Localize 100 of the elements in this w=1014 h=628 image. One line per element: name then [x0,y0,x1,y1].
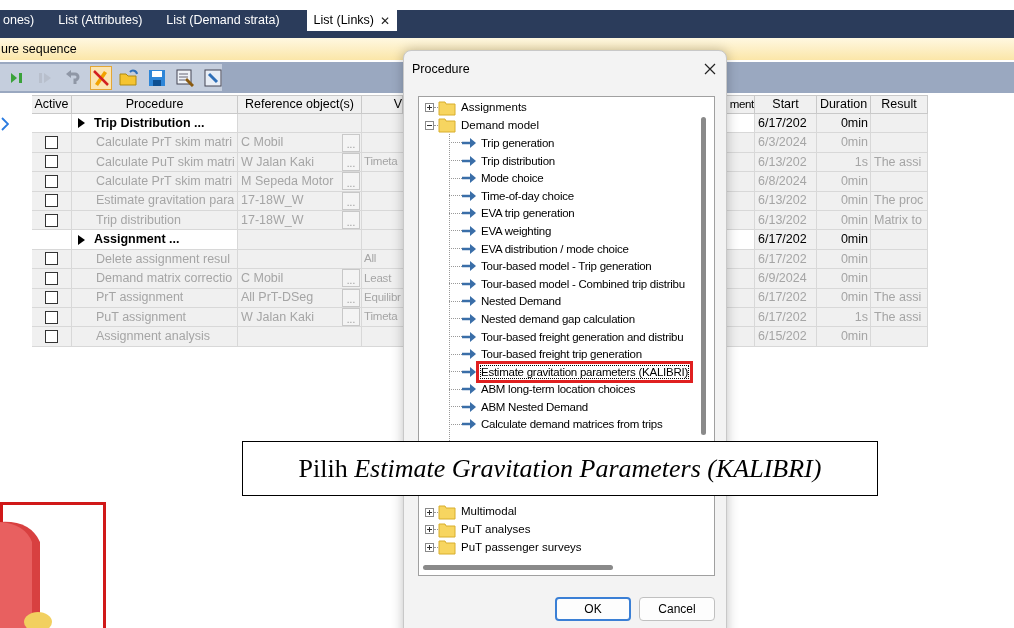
tree-item[interactable]: Mode choice [480,171,545,186]
table-cell: Least [362,269,403,289]
active-checkbox[interactable] [45,174,58,188]
expand-icon[interactable] [425,103,434,113]
table-cell [871,172,928,192]
reference-text: W Jalan Kaki [241,308,314,326]
document-tab[interactable]: List (Links) ✕ [306,10,397,31]
procedure-cell-text: Estimate gravitation para [96,192,235,210]
table-cell: 0min [817,230,871,250]
table-cell: 0min [817,210,871,231]
document-tab[interactable]: List (Attributes) [51,10,150,31]
arrow-icon [462,313,476,324]
reference-text: 17-18W_W [241,211,304,229]
procedure-cell-text: Trip distribution [96,211,181,229]
tree-item[interactable]: Nested Demand [480,294,562,309]
table-cell: 0min [817,249,871,270]
folder-icon [438,539,456,556]
close-icon[interactable]: ✕ [380,11,390,30]
tree-item[interactable]: Demand model [461,116,539,134]
column-header[interactable]: ment [727,95,755,114]
active-checkbox[interactable] [45,271,58,285]
reference-text: M Sepeda Motor [241,173,334,190]
callout-text: Pilih Estimate Gravitation Parameters (KALIBRI) [298,453,822,485]
collapse-icon[interactable] [425,120,434,130]
active-checkbox[interactable] [45,252,58,266]
dialog-button[interactable]: Cancel [639,597,715,621]
tree-item[interactable]: Tour-based freight generation and distribu [480,329,685,344]
tree-item[interactable]: Trip distribution [480,153,556,168]
expand-icon[interactable] [425,525,434,535]
procedure-cell-text: Demand matrix correctio [96,269,233,287]
column-header[interactable]: V [362,95,403,114]
toolbar-button[interactable] [90,65,112,90]
tree-item[interactable]: PuT analyses [461,521,531,539]
tree-item[interactable]: Estimate gravitation parameters (KALIBRI) [476,360,694,383]
arrow-icon [462,208,476,219]
table-cell: 6/9/2024 [755,269,817,289]
column-header[interactable]: Duration [817,95,871,114]
column-header[interactable]: Active [32,95,72,114]
group-triangle-icon[interactable] [78,118,85,129]
tree-item[interactable]: Calculate demand matrices from trips [480,417,664,432]
column-header[interactable]: Result [871,95,928,114]
expand-icon[interactable] [425,542,434,552]
tree-item[interactable]: EVA distribution / mode choice [480,241,630,256]
table-cell: 6/13/202 [755,152,817,173]
tree-item[interactable]: EVA trip generation [480,206,576,221]
dialog-button[interactable]: OK [555,597,631,621]
group-triangle-icon[interactable] [78,234,85,245]
arrow-icon [462,261,476,272]
active-checkbox[interactable] [45,155,58,169]
document-tab[interactable]: ones) [0,10,42,31]
table-cell: 6/13/202 [755,191,817,211]
tree-item[interactable]: Tour-based model - Combined trip distribu [480,276,686,291]
reference-text: 17-18W_W [241,192,304,210]
tree-item[interactable]: ABM long-term location choices [480,382,637,397]
active-checkbox[interactable] [45,136,58,150]
table-cell: 0min [817,133,871,153]
table-cell: 6/15/202 [755,327,817,347]
table-cell [871,230,928,250]
tree-item[interactable]: Nested demand gap calculation [480,311,636,326]
tree-item[interactable]: Assignments [461,99,527,117]
tree-item[interactable]: Tour-based model - Trip generation [480,259,653,274]
table-cell: 0min [817,172,871,192]
window-icon [204,68,222,87]
arrow-icon [462,278,476,289]
scrollbar[interactable] [701,117,706,435]
tree-item[interactable]: Time-of-day choice [480,188,575,203]
procedure-cell-text: Assignment ... [94,231,180,249]
arrow-icon [462,225,476,236]
tree-item[interactable]: PuT passenger surveys [461,538,582,556]
reference-text: C Mobil [241,269,284,287]
expand-icon[interactable] [425,507,434,517]
active-checkbox[interactable] [45,291,58,305]
active-checkbox[interactable] [45,213,58,227]
table-cell: 6/17/202 [755,307,817,328]
tree-item[interactable]: Trip generation [480,136,556,150]
tree-item[interactable]: Tour-based freight trip generation [480,347,643,362]
arrow-icon [462,419,476,430]
table-cell: 6/17/202 [755,288,817,308]
column-header[interactable]: Reference object(s) [238,95,362,114]
arrow-icon [462,190,476,201]
arrow-icon [462,384,476,395]
arrow-icon [462,349,476,360]
tree-item[interactable]: EVA weighting [480,223,553,238]
active-checkbox[interactable] [45,310,58,324]
active-checkbox[interactable] [45,330,58,343]
arrow-icon [462,331,476,342]
folder-icon [438,504,456,521]
tree-item[interactable]: Multimodal [461,503,517,521]
tree-item[interactable]: ABM Nested Demand [480,399,589,414]
arrow-icon [462,401,476,412]
active-checkbox[interactable] [45,194,58,208]
table-cell [871,249,928,270]
close-icon[interactable] [704,63,716,75]
document-tab[interactable]: List (Demand strata) [159,10,287,31]
column-header[interactable]: Procedure [72,95,238,114]
scrollbar[interactable] [423,565,613,570]
column-header[interactable]: Start [755,95,817,114]
arrow-icon [462,155,476,166]
table-cell: 6/13/202 [755,210,817,231]
table-cell: The assi [871,288,928,308]
